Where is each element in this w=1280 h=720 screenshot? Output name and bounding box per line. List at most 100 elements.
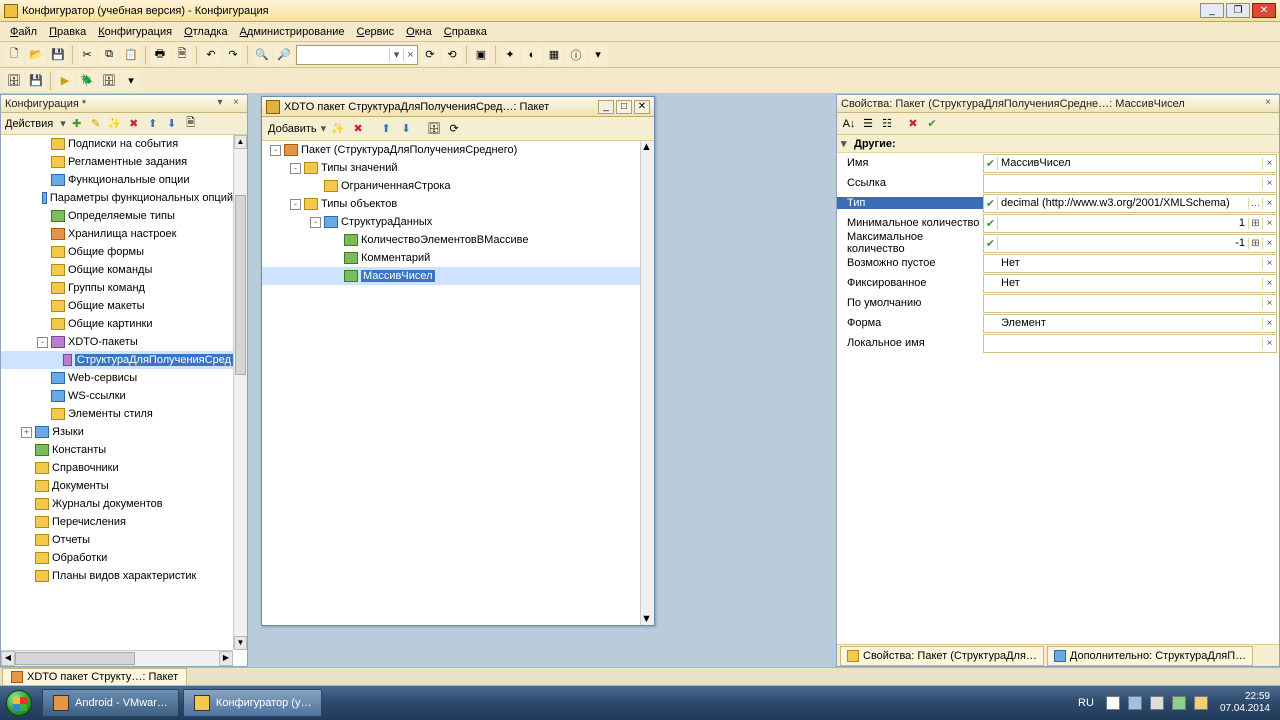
tab-properties[interactable]: Свойства: Пакет (СтруктураДля… bbox=[840, 646, 1044, 666]
scroll-down-icon[interactable]: ▼ bbox=[641, 613, 654, 625]
tree-item[interactable]: -XDTO-пакеты bbox=[1, 333, 233, 351]
expander-icon[interactable]: - bbox=[290, 199, 301, 210]
tree-item[interactable]: Функциональные опции bbox=[1, 171, 233, 189]
tree-item[interactable]: Группы команд bbox=[1, 279, 233, 297]
tree-item[interactable]: Общие формы bbox=[1, 243, 233, 261]
open-file-icon[interactable]: 📂 bbox=[26, 45, 46, 65]
tree-item[interactable]: Общие макеты bbox=[1, 297, 233, 315]
collapse-icon[interactable]: ▾ bbox=[841, 137, 851, 150]
tree-item[interactable]: КоличествоЭлементовВМассиве bbox=[262, 231, 640, 249]
keyboard-lang[interactable]: RU bbox=[1074, 697, 1098, 709]
expander-icon[interactable]: + bbox=[21, 427, 32, 438]
property-value-wrap[interactable]: × bbox=[983, 294, 1277, 313]
save-db-icon[interactable]: 💾 bbox=[26, 71, 46, 91]
package-tree[interactable]: -Пакет (СтруктураДляПолученияСреднего)-Т… bbox=[262, 141, 640, 625]
property-value[interactable]: Элемент bbox=[998, 317, 1262, 329]
taskbar-item[interactable]: Android - VMwar… bbox=[42, 689, 179, 717]
help-icon[interactable]: ⓘ bbox=[566, 45, 586, 65]
tree-item[interactable]: Журналы документов bbox=[1, 495, 233, 513]
down-icon[interactable]: ⬇ bbox=[164, 116, 180, 132]
property-value-wrap[interactable]: ✔МассивЧисел× bbox=[983, 154, 1277, 173]
tree-item[interactable]: Отчеты bbox=[1, 531, 233, 549]
preview-icon[interactable]: 🗎 bbox=[172, 45, 192, 65]
tree-item[interactable]: Документы bbox=[1, 477, 233, 495]
scroll-left-icon[interactable]: ◀ bbox=[1, 651, 15, 666]
property-value[interactable]: 1 bbox=[998, 217, 1248, 229]
dropdown-icon[interactable]: ▾ bbox=[321, 122, 327, 135]
redo-icon[interactable]: ↷ bbox=[223, 45, 243, 65]
scroll-down-icon[interactable]: ▼ bbox=[234, 636, 247, 650]
property-value-wrap[interactable]: Элемент× bbox=[983, 314, 1277, 333]
palette-icon[interactable]: 🗄 bbox=[426, 121, 442, 137]
apply-icon[interactable]: ✔ bbox=[924, 116, 940, 132]
close-panel-icon[interactable]: × bbox=[229, 97, 243, 111]
tree-item[interactable]: -Пакет (СтруктураДляПолученияСреднего) bbox=[262, 141, 640, 159]
sort-alpha-icon[interactable]: A↓ bbox=[841, 116, 857, 132]
vertical-scrollbar[interactable]: ▲ ▼ bbox=[640, 141, 654, 625]
dropdown-icon[interactable]: ▾ bbox=[389, 48, 403, 61]
search-combo[interactable]: ▾× bbox=[296, 45, 418, 65]
break-icon[interactable]: ◐ bbox=[522, 45, 542, 65]
tree-item[interactable]: Планы видов характеристик bbox=[1, 567, 233, 585]
dropdown-icon[interactable]: ▾ bbox=[213, 97, 227, 111]
menu-more-icon[interactable]: ▾ bbox=[121, 71, 141, 91]
tree-item[interactable]: Комментарий bbox=[262, 249, 640, 267]
taskbar-item[interactable]: Конфигуратор (у… bbox=[183, 689, 323, 717]
property-value[interactable]: Нет bbox=[998, 277, 1262, 289]
tree-item[interactable]: +Языки bbox=[1, 423, 233, 441]
down-icon[interactable]: ⬇ bbox=[398, 121, 414, 137]
tree-item[interactable]: Параметры функциональных опций bbox=[1, 189, 233, 207]
clear-icon[interactable]: × bbox=[403, 49, 417, 61]
field-button[interactable]: × bbox=[1262, 338, 1276, 349]
up-icon[interactable]: ⬆ bbox=[145, 116, 161, 132]
search-icon[interactable]: 🗎 bbox=[183, 116, 199, 132]
update-db-icon[interactable]: 🗄 bbox=[4, 71, 24, 91]
volume-icon[interactable] bbox=[1150, 696, 1164, 710]
property-value-wrap[interactable]: ✔-1⊞× bbox=[983, 234, 1277, 253]
debug-icon[interactable]: 🪲 bbox=[77, 71, 97, 91]
tree-item[interactable]: Перечисления bbox=[1, 513, 233, 531]
field-button[interactable]: × bbox=[1262, 278, 1276, 289]
expander-icon[interactable]: - bbox=[310, 217, 321, 228]
expander-icon[interactable]: - bbox=[270, 145, 281, 156]
paste-icon[interactable]: 📋 bbox=[121, 45, 141, 65]
field-button[interactable]: ⊞ bbox=[1248, 238, 1262, 249]
menu-справка[interactable]: Справка bbox=[438, 24, 493, 40]
cut-icon[interactable]: ✂ bbox=[77, 45, 97, 65]
field-button[interactable]: × bbox=[1262, 238, 1276, 249]
field-button[interactable]: × bbox=[1262, 198, 1276, 209]
calc-icon[interactable]: ▦ bbox=[544, 45, 564, 65]
windows-icon[interactable]: ▣ bbox=[471, 45, 491, 65]
menu-администрирование[interactable]: Администрирование bbox=[234, 24, 351, 40]
menu-more-icon[interactable]: ▾ bbox=[588, 45, 608, 65]
tree-item[interactable]: МассивЧисел bbox=[262, 267, 640, 285]
property-value-wrap[interactable]: Нет× bbox=[983, 274, 1277, 293]
section-header[interactable]: ▾ Другие: bbox=[837, 135, 1279, 153]
property-value-wrap[interactable]: Нет× bbox=[983, 254, 1277, 273]
tree-item[interactable]: ОграниченнаяСтрока bbox=[262, 177, 640, 195]
find-next-icon[interactable]: ⟳ bbox=[420, 45, 440, 65]
network-icon[interactable] bbox=[1128, 696, 1142, 710]
wizard-icon[interactable]: ✨ bbox=[107, 116, 123, 132]
field-button[interactable]: × bbox=[1262, 218, 1276, 229]
vertical-scrollbar[interactable]: ▲ ▼ bbox=[233, 135, 247, 650]
refresh-icon[interactable]: ⟳ bbox=[446, 121, 462, 137]
save-icon[interactable]: 💾 bbox=[48, 45, 68, 65]
scroll-thumb[interactable] bbox=[235, 195, 246, 375]
scroll-right-icon[interactable]: ▶ bbox=[219, 651, 233, 666]
property-value[interactable]: МассивЧисел bbox=[998, 157, 1262, 169]
minimize-button[interactable]: _ bbox=[598, 100, 614, 114]
print-icon[interactable]: 🖶 bbox=[150, 45, 170, 65]
property-value-wrap[interactable]: × bbox=[983, 334, 1277, 353]
menu-окна[interactable]: Окна bbox=[400, 24, 438, 40]
property-value-wrap[interactable]: ✔1⊞× bbox=[983, 214, 1277, 233]
menu-отладка[interactable]: Отладка bbox=[178, 24, 234, 40]
tab-additional[interactable]: Дополнительно: СтруктураДляП… bbox=[1047, 646, 1253, 666]
edit-icon[interactable]: ✎ bbox=[88, 116, 104, 132]
tree-item[interactable]: Справочники bbox=[1, 459, 233, 477]
add-icon[interactable]: ✚ bbox=[69, 116, 85, 132]
delete-icon[interactable]: ✖ bbox=[350, 121, 366, 137]
tree-item[interactable]: СтруктураДляПолученияСред bbox=[1, 351, 233, 369]
close-panel-icon[interactable]: × bbox=[1261, 97, 1275, 111]
field-button[interactable]: × bbox=[1262, 178, 1276, 189]
